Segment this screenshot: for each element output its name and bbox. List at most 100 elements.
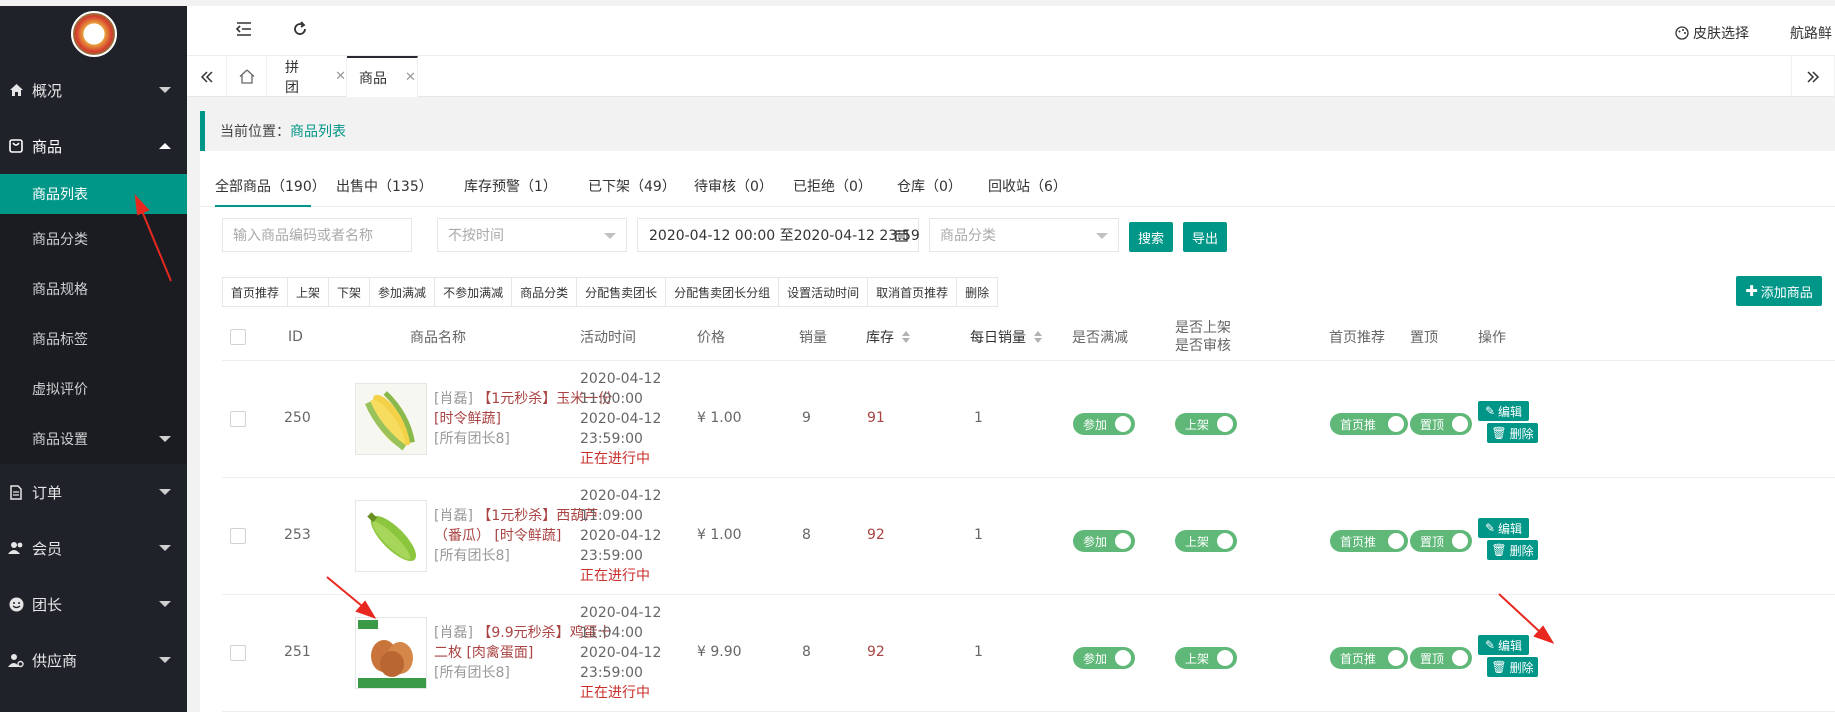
status-tab-warehouse[interactable]: 仓库（0）	[897, 167, 962, 207]
status-tab-off-shelf[interactable]: 已下架（49）	[588, 167, 676, 207]
product-thumbnail[interactable]	[355, 500, 427, 572]
status-tabs: 全部商品（190） 出售中（135） 库存预警（1） 已下架（49） 待审核（0…	[200, 167, 1835, 207]
nav-leaders[interactable]: 团长	[0, 576, 187, 632]
nav-overview[interactable]: 概况	[0, 62, 187, 118]
batch-on-shelf[interactable]: 上架	[288, 278, 330, 306]
home-tab-icon[interactable]	[227, 56, 267, 97]
batch-off-shelf[interactable]: 下架	[329, 278, 371, 306]
product-thumbnail[interactable]	[355, 617, 427, 689]
status-tab-rejected[interactable]: 已拒绝（0）	[793, 167, 872, 207]
row-checkbox[interactable]	[230, 645, 246, 661]
batch-assign-leader[interactable]: 分配售卖团长	[577, 278, 667, 306]
nav-goods[interactable]: 商品	[0, 118, 187, 174]
sub-virtual-review[interactable]: 虚拟评价	[0, 364, 187, 414]
row-daily-sales[interactable]: 1	[974, 410, 983, 426]
full-reduce-toggle[interactable]: 参加	[1073, 413, 1135, 435]
category-select[interactable]: 商品分类	[929, 218, 1119, 252]
row-stock[interactable]: 91	[867, 410, 885, 426]
skin-select[interactable]: 皮肤选择	[1675, 23, 1749, 44]
full-reduce-toggle[interactable]: 参加	[1073, 647, 1135, 669]
export-button[interactable]: 导出	[1183, 222, 1227, 252]
batch-join-full-reduce[interactable]: 参加满减	[370, 278, 436, 306]
row-stock[interactable]: 92	[867, 644, 885, 660]
on-shelf-toggle[interactable]: 上架	[1175, 413, 1237, 435]
col-daily-sales[interactable]: 每日销量	[970, 313, 1042, 361]
date-range-input[interactable]: 2020-04-12 00:00 至2020-04-12 23:59	[637, 218, 920, 252]
sub-goods-tag[interactable]: 商品标签	[0, 314, 187, 364]
tabs-scroll-left-icon[interactable]	[187, 56, 227, 97]
sub-goods-category[interactable]: 商品分类	[0, 214, 187, 264]
pin-top-toggle[interactable]: 置顶	[1410, 413, 1472, 435]
time-mode-select[interactable]: 不按时间	[437, 218, 627, 252]
chevron-down-icon	[159, 87, 171, 93]
sub-goods-spec[interactable]: 商品规格	[0, 264, 187, 314]
col-stock[interactable]: 库存	[866, 313, 910, 361]
collapse-menu-icon[interactable]	[234, 21, 254, 41]
nav-orders[interactable]: 订单	[0, 464, 187, 520]
batch-goods-category[interactable]: 商品分类	[512, 278, 578, 306]
home-icon	[8, 82, 24, 98]
status-tab-recycle[interactable]: 回收站（6）	[988, 167, 1067, 207]
row-stock[interactable]: 92	[867, 527, 885, 543]
skin-select-label: 皮肤选择	[1693, 26, 1749, 42]
status-tab-all[interactable]: 全部商品（190）	[215, 167, 326, 207]
product-thumbnail[interactable]	[355, 383, 427, 455]
batch-delete[interactable]: 删除	[957, 278, 998, 306]
sort-icon[interactable]	[902, 331, 910, 343]
user-gear-icon	[8, 652, 24, 668]
home-recommend-toggle[interactable]: 首页推	[1330, 647, 1408, 669]
chevron-up-icon	[159, 143, 171, 149]
delete-button[interactable]: 🗑 删除	[1487, 423, 1538, 443]
nav-suppliers[interactable]: 供应商	[0, 632, 187, 688]
corn-image	[356, 384, 426, 454]
status-tab-label: 回收站（6）	[988, 179, 1067, 195]
row-daily-sales[interactable]: 1	[974, 527, 983, 543]
breadcrumb-current[interactable]: 商品列表	[290, 121, 346, 141]
tab-goods[interactable]: 商品 ✕	[347, 56, 418, 97]
close-icon[interactable]: ✕	[405, 70, 416, 85]
delete-button[interactable]: 🗑 删除	[1487, 657, 1538, 677]
full-reduce-toggle[interactable]: 参加	[1073, 530, 1135, 552]
nav-members[interactable]: 会员	[0, 520, 187, 576]
brand-logo[interactable]	[70, 11, 117, 57]
refresh-icon[interactable]	[290, 21, 310, 41]
search-button[interactable]: 搜索	[1129, 222, 1173, 252]
sub-goods-settings[interactable]: 商品设置	[0, 414, 187, 464]
batch-leave-full-reduce[interactable]: 不参加满减	[435, 278, 513, 306]
delete-button[interactable]: 🗑 删除	[1487, 540, 1538, 560]
eggs-image	[356, 618, 426, 688]
on-shelf-toggle[interactable]: 上架	[1175, 647, 1237, 669]
edit-button[interactable]: ✎ 编辑	[1478, 401, 1529, 421]
pin-top-toggle[interactable]: 置顶	[1410, 647, 1472, 669]
activity-time: 2020-04-12 11:09:00 2020-04-12 23:59:00 …	[580, 486, 661, 586]
status-tab-label: 库存预警（1）	[464, 179, 557, 195]
pin-top-toggle[interactable]: 置顶	[1410, 530, 1472, 552]
search-button-label: 搜索	[1137, 231, 1164, 247]
sort-icon[interactable]	[1034, 331, 1042, 343]
sub-goods-list[interactable]: 商品列表	[0, 174, 187, 214]
select-all-checkbox[interactable]	[230, 313, 246, 361]
keyword-search-input[interactable]: 输入商品编码或者名称	[222, 218, 412, 252]
row-daily-sales[interactable]: 1	[974, 644, 983, 660]
nav-orders-label: 订单	[32, 483, 63, 502]
batch-set-activity-time[interactable]: 设置活动时间	[779, 278, 869, 306]
edit-button[interactable]: ✎ 编辑	[1478, 518, 1529, 538]
status-tab-selling[interactable]: 出售中（135）	[336, 167, 433, 207]
home-recommend-toggle[interactable]: 首页推	[1330, 530, 1408, 552]
batch-cancel-recommend[interactable]: 取消首页推荐	[868, 278, 958, 306]
edit-button[interactable]: ✎ 编辑	[1478, 635, 1529, 655]
row-checkbox[interactable]	[230, 411, 246, 427]
user-name: 航路鲜	[1790, 26, 1832, 42]
status-tab-stock-warning[interactable]: 库存预警（1）	[464, 167, 557, 207]
batch-assign-leader-group[interactable]: 分配售卖团长分组	[666, 278, 780, 306]
close-icon[interactable]: ✕	[335, 69, 346, 84]
home-recommend-toggle[interactable]: 首页推	[1330, 413, 1408, 435]
tabs-scroll-right-icon[interactable]	[1791, 56, 1835, 97]
batch-home-recommend[interactable]: 首页推荐	[223, 278, 289, 306]
status-tab-pending[interactable]: 待审核（0）	[694, 167, 773, 207]
tab-group-buy[interactable]: 拼团 ✕	[267, 56, 347, 97]
row-checkbox[interactable]	[230, 528, 246, 544]
user-menu[interactable]: 航路鲜	[1790, 23, 1832, 43]
add-goods-button[interactable]: ✚ 添加商品	[1736, 276, 1822, 306]
on-shelf-toggle[interactable]: 上架	[1175, 530, 1237, 552]
